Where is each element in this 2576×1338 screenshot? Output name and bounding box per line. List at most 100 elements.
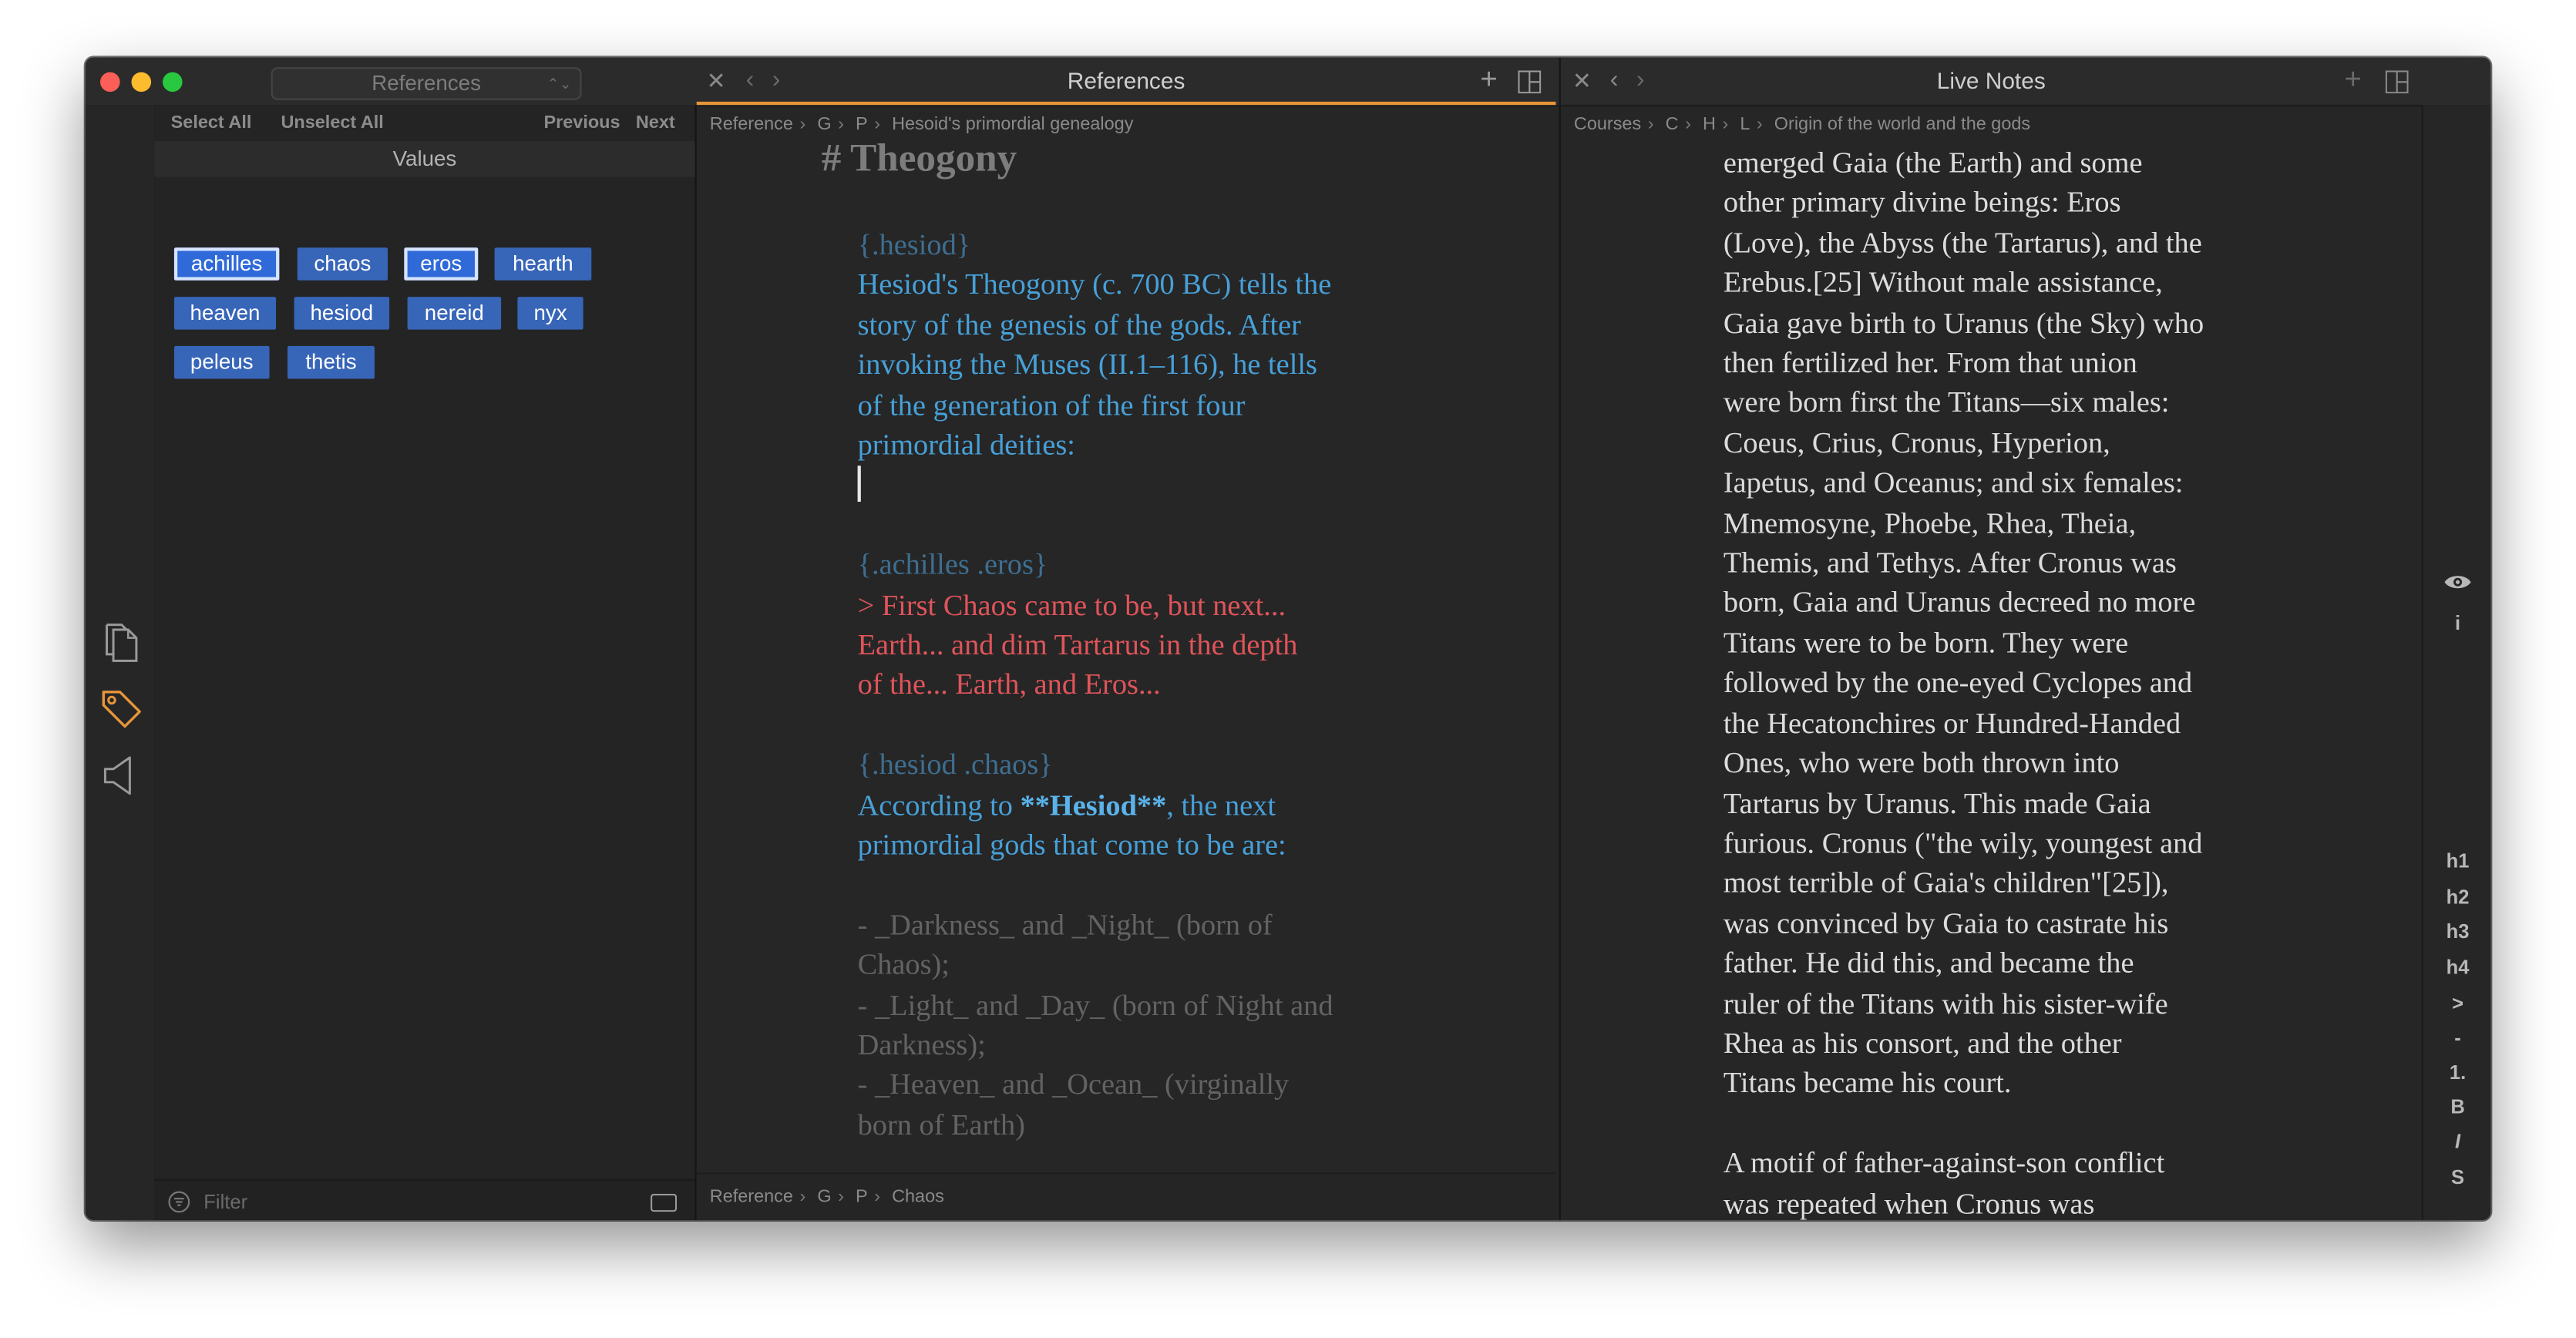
references-editor-body[interactable]: {.hesiod} Hesiod's Theogony (c. 700 BC) … [857, 224, 1400, 1145]
text-line: story of the genesis of the gods. After [857, 308, 1301, 341]
sidebar-toggle-icon[interactable] [651, 1193, 678, 1212]
document-heading: # Theogony [821, 137, 1017, 181]
text-line: Hesiod's Theogony (c. 700 BC) tells the [857, 267, 1332, 301]
minimize-window-button[interactable] [131, 72, 152, 92]
format-h4-button[interactable]: h4 [2423, 956, 2490, 979]
breadcrumb-item[interactable]: Reference [710, 1187, 793, 1207]
format-bullet-button[interactable]: - [2423, 1027, 2490, 1050]
reader-line: Gaia gave birth to Uranus (the Sky) who [1723, 306, 2204, 339]
text-run: , the next [1166, 788, 1276, 822]
breadcrumb-item[interactable]: L [1740, 115, 1750, 135]
format-numbered-button[interactable]: 1. [2423, 1061, 2490, 1084]
add-note-icon[interactable]: + [1480, 62, 1497, 97]
breadcrumb-item[interactable]: P [856, 1187, 868, 1207]
breadcrumb-item[interactable]: Courses [1574, 115, 1641, 135]
reader-line: Tartarus by Uranus. This made Gaia [1723, 786, 2151, 819]
bottom-breadcrumb: Reference › G › P › Chaos [709, 1187, 944, 1207]
tag-chip-hearth[interactable]: hearth [494, 247, 592, 281]
attribute-tag: {.hesiod} [857, 227, 971, 261]
close-window-button[interactable] [100, 72, 120, 92]
quote-line: of the... Earth, and Eros... [857, 667, 1161, 701]
reader-line: Iapetus, and Oceanus; and six females: [1723, 466, 2184, 499]
quote-line: > First Chaos came to be, but next... [857, 587, 1286, 621]
tag-chip-heaven[interactable]: heaven [173, 297, 277, 330]
attribute-tag: {.hesiod .chaos} [857, 748, 1053, 782]
tag-chip-thetis[interactable]: thetis [287, 345, 375, 379]
list-line: - _Heaven_ and _Ocean_ (virginally [857, 1067, 1290, 1101]
tag-icon[interactable] [99, 685, 145, 731]
reader-line: the Hecatonchires or Hundred-Handed [1723, 706, 2181, 739]
list-line: born of Earth) [857, 1108, 1025, 1141]
breadcrumb-item[interactable]: Origin of the world and the gods [1774, 115, 2030, 135]
filter-icon [168, 1191, 190, 1213]
add-note-icon[interactable]: + [2345, 62, 2362, 97]
breadcrumb-item[interactable]: P [856, 115, 868, 135]
format-bold-button[interactable]: B [2423, 1095, 2490, 1118]
format-italic-button[interactable]: I [2423, 1130, 2490, 1153]
zoom-window-button[interactable] [163, 72, 183, 92]
format-h3-button[interactable]: h3 [2423, 920, 2490, 943]
references-editor[interactable]: # Theogony [821, 137, 1017, 181]
reader-line: A motif of father-against-son conflict [1723, 1146, 2165, 1179]
references-status-bar: Reference › G › P › Chaos [696, 1172, 1556, 1220]
unselect-all-button[interactable]: Unselect All [281, 113, 383, 133]
reader-line: Erebus.[25] Without male assistance, [1723, 266, 2163, 299]
tag-chip-nyx[interactable]: nyx [517, 297, 583, 330]
split-view-icon[interactable] [2385, 70, 2409, 94]
tag-chip-hesiod[interactable]: hesiod [294, 297, 390, 330]
eye-icon[interactable] [2443, 572, 2472, 592]
reader-line: Titans were to be born. They were [1723, 626, 2129, 659]
text-line: According to **Hesiod**, the next [858, 785, 1400, 825]
reader-line: then fertilized her. From that union [1723, 345, 2137, 379]
breadcrumb-item[interactable]: Chaos [892, 1187, 944, 1207]
select-all-button[interactable]: Select All [171, 113, 252, 133]
cursor-line [857, 465, 1400, 505]
list-line: - _Light_ and _Day_ (born of Night and [857, 988, 1333, 1021]
next-button[interactable]: Next [636, 113, 675, 133]
reader-line: father. He did this, and became the [1723, 946, 2134, 980]
attribute-selector[interactable]: References ⌃⌄ [271, 67, 582, 100]
reader-line: Ones, who were both thrown into [1723, 746, 2120, 779]
speaker-icon[interactable] [99, 751, 145, 797]
breadcrumb-item[interactable]: Reference [710, 115, 793, 135]
format-h1-button[interactable]: h1 [2423, 849, 2490, 872]
text-cursor [857, 466, 861, 503]
filter-bar: Filter [154, 1178, 695, 1220]
tag-chip-nereid[interactable]: nereid [407, 297, 502, 330]
breadcrumb-item[interactable]: Hesoid's primordial genealogy [892, 115, 1133, 135]
breadcrumb-item[interactable]: G [817, 1187, 831, 1207]
info-button[interactable]: i [2423, 612, 2490, 635]
tag-chip-achilles[interactable]: achilles [173, 247, 280, 281]
reader-line: Coeus, Crius, Cronus, Hyperion, [1723, 425, 2110, 459]
documents-icon[interactable] [99, 620, 145, 666]
reader-line: was repeated when Cronus was [1723, 1186, 2095, 1219]
breadcrumb-item[interactable]: G [817, 115, 831, 135]
reader-line: furious. Cronus ("the wily, youngest and [1723, 826, 2203, 859]
updown-chevron-icon: ⌃⌄ [546, 75, 572, 92]
reader-line: Mnemosyne, Phoebe, Rhea, Theia, [1723, 506, 2137, 540]
tag-chip-peleus[interactable]: peleus [173, 345, 270, 379]
live-notes-breadcrumb: Courses › C › H › L › Origin of the world an… [1573, 114, 2031, 135]
text-line: primordial gods that come to be are: [857, 828, 1286, 862]
previous-button[interactable]: Previous [543, 113, 620, 133]
format-strike-button[interactable]: S [2423, 1166, 2490, 1189]
text-line: of the generation of the first four [857, 388, 1246, 421]
text-line: primordial deities: [857, 428, 1075, 461]
reader-line: Themis, and Tethys. After Cronus was [1723, 546, 2177, 580]
format-quote-button[interactable]: > [2423, 992, 2490, 1015]
reader-line: other primary divine beings: Eros [1723, 186, 2121, 219]
live-notes-pane: ✕ ‹ › Live Notes + Courses › C › H › L › Ori… [1559, 57, 2422, 1220]
split-view-icon[interactable] [1518, 70, 1542, 94]
tag-action-bar: Select All Unselect All Previous Next [154, 105, 694, 141]
breadcrumb-item[interactable]: H [1703, 115, 1716, 135]
values-heading: Values [154, 140, 695, 177]
breadcrumb-item[interactable]: C [1666, 115, 1679, 135]
tag-chip-eros[interactable]: eros [404, 247, 479, 281]
list-line: - _Darkness_ and _Night_ (born of [857, 908, 1273, 941]
reader-line: Rhea as his consort, and the other [1723, 1026, 2122, 1060]
references-pane-title: References [1067, 67, 1185, 94]
quote-line: Earth... and dim Tartarus in the depth [857, 627, 1298, 661]
filter-input[interactable]: Filter [203, 1191, 247, 1214]
tag-chip-chaos[interactable]: chaos [297, 247, 388, 281]
format-h2-button[interactable]: h2 [2423, 886, 2490, 909]
